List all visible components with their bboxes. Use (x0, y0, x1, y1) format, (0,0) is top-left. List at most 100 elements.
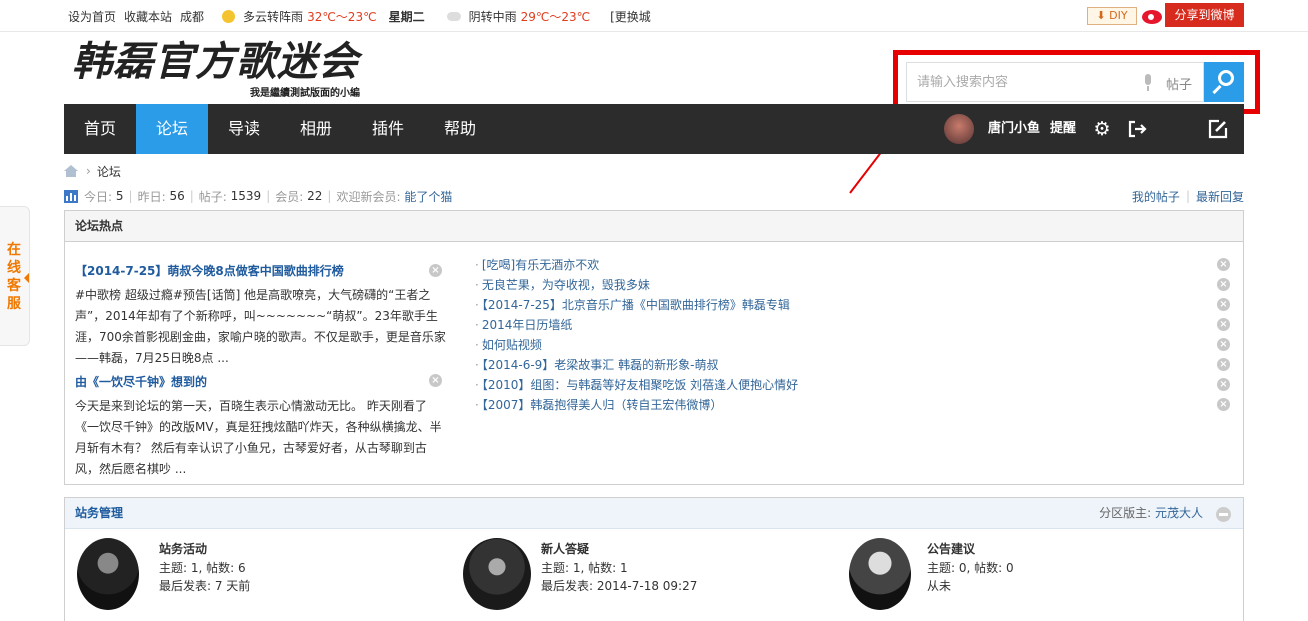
change-city-link[interactable]: [更换城 (610, 8, 651, 25)
forum-avatar[interactable] (849, 538, 911, 610)
hot-article-title[interactable]: 【2014-7-25】萌叔今晚8点做客中国歌曲排行榜 (75, 261, 447, 281)
forum-last-post: 最后发表: 2014-7-18 09:27 (541, 579, 698, 593)
username-link[interactable]: 唐门小鱼 (988, 104, 1040, 154)
moderator-info: 分区版主: 元茂大人 (1099, 498, 1203, 529)
close-icon[interactable]: × (1217, 298, 1230, 311)
hot-list-link[interactable]: 【2010】组图：与韩磊等好友相聚吃饭 刘蓓逢人便抱心情好 (482, 378, 798, 392)
list-item: · 【2007】韩磊抱得美人归（转自王宏伟微博） × (475, 395, 1235, 415)
weather-tomorrow: 阴转中雨 (468, 9, 517, 24)
nav-home[interactable]: 首页 (64, 104, 136, 154)
nav-plugins[interactable]: 插件 (352, 104, 424, 154)
moderator-label: 分区版主: (1099, 506, 1152, 520)
yesterday-label: 昨日: (137, 189, 166, 204)
members-label: 会员: (275, 189, 304, 204)
nav-guide[interactable]: 导读 (208, 104, 280, 154)
online-service-tab[interactable]: 在线客服 (0, 206, 30, 346)
site-logo[interactable]: 韩磊官方歌迷会 我是繼續測試版面的小編 (72, 38, 362, 100)
user-avatar[interactable] (944, 114, 974, 144)
moderator-link[interactable]: 元茂大人 (1155, 506, 1203, 520)
logout-icon[interactable] (1127, 119, 1147, 139)
hot-list-link[interactable]: 如何贴视频 (482, 338, 542, 352)
list-item: · [吃喝]有乐无酒亦不欢 × (475, 255, 1235, 275)
city-label: 成都 (180, 9, 205, 24)
bookmark-link[interactable]: 收藏本站 (124, 8, 172, 25)
nav-album[interactable]: 相册 (280, 104, 352, 154)
welcome-label: 欢迎新会员: (336, 189, 401, 204)
hot-list-link[interactable]: 【2014-7-25】北京音乐广播《中国歌曲排行榜》韩磊专辑 (482, 298, 790, 312)
close-icon[interactable]: × (1217, 258, 1230, 271)
list-item: · 无良芒果，为夺收视，毁我多妹 × (475, 275, 1235, 295)
stats-links: 我的帖子 | 最新回复 (1131, 188, 1244, 205)
close-icon[interactable]: × (1217, 278, 1230, 291)
search-input[interactable] (917, 63, 1137, 101)
forum-item: 公告建议 主题: 0, 帖数: 0 从未 (849, 538, 1189, 618)
hot-article-title[interactable]: 由《一饮尽千钟》想到的 (75, 372, 447, 392)
stats-chart-icon (64, 189, 78, 203)
forum-name[interactable]: 站务活动 (159, 540, 207, 557)
forum-last-post: 从未 (927, 579, 952, 593)
logo-subtitle: 我是繼續測試版面的小編 (250, 88, 360, 99)
search-type-select[interactable]: 帖子 (1166, 74, 1192, 93)
hot-topics-title: 论坛热点 (65, 211, 1243, 242)
post-edit-icon[interactable] (1208, 119, 1228, 139)
search-button[interactable] (1204, 62, 1244, 102)
temp-today: 32℃～23℃ (307, 9, 377, 24)
close-icon[interactable]: × (1217, 318, 1230, 331)
diy-button[interactable]: ⬇ DIY (1087, 7, 1137, 25)
forum-last-post: 最后发表: 7 天前 (159, 579, 251, 593)
list-item: · 【2014-7-25】北京音乐广播《中国歌曲排行榜》韩磊专辑 × (475, 295, 1235, 315)
admin-title[interactable]: 站务管理 (75, 506, 123, 520)
logo-title: 韩磊官方歌迷会 (72, 38, 359, 85)
today-label: 今日: (84, 189, 113, 204)
hot-article-desc: 今天是来到论坛的第一天，百晓生表示心情激动无比。 昨天刚看了《一饮尽千钟》的改版… (75, 399, 442, 476)
admin-section: 站务管理 分区版主: 元茂大人 站务活动 主题: 1, 帖数: 6 最后发表: … (64, 497, 1244, 621)
set-home-link[interactable]: 设为首页 (68, 8, 116, 25)
forum-avatar[interactable] (77, 538, 139, 610)
collapse-icon[interactable] (1216, 507, 1231, 522)
close-icon[interactable]: × (1217, 378, 1230, 391)
close-icon[interactable]: × (1217, 338, 1230, 351)
home-icon[interactable] (64, 165, 78, 177)
close-icon[interactable]: × (429, 264, 442, 277)
microphone-icon[interactable] (1142, 74, 1154, 92)
yesterday-count: 56 (169, 189, 185, 203)
posts-count: 1539 (230, 189, 262, 203)
hot-article: 【2014-7-25】萌叔今晚8点做客中国歌曲排行榜 #中歌榜 超级过瘾#预告[… (75, 261, 447, 369)
close-icon[interactable]: × (1217, 398, 1230, 411)
forum-stats: 今日: 5 | 昨日: 56 | 帖子: 1539 | 会员: 22 | 欢迎新… (64, 187, 452, 205)
breadcrumb-current[interactable]: 论坛 (97, 163, 121, 180)
close-icon[interactable]: × (429, 374, 442, 387)
nav-forum[interactable]: 论坛 (136, 104, 208, 154)
search-icon (1218, 70, 1234, 86)
hot-article: 由《一饮尽千钟》想到的 今天是来到论坛的第一天，百晓生表示心情激动无比。 昨天刚… (75, 372, 447, 480)
weibo-icon[interactable] (1139, 3, 1165, 29)
hot-list-link[interactable]: 2014年日历墙纸 (482, 318, 573, 332)
nav-help[interactable]: 帮助 (424, 104, 496, 154)
sun-icon (222, 9, 236, 23)
hot-list-link[interactable]: [吃喝]有乐无酒亦不欢 (482, 258, 599, 272)
forum-name[interactable]: 新人答疑 (541, 540, 589, 557)
share-weibo-button[interactable]: 分享到微博 (1165, 3, 1244, 27)
list-item: · 【2010】组图：与韩磊等好友相聚吃饭 刘蓓逢人便抱心情好 × (475, 375, 1235, 395)
newest-member-link[interactable]: 能了个猫 (404, 188, 452, 205)
settings-icon[interactable]: ⚙ (1092, 119, 1112, 139)
remind-link[interactable]: 提醒 (1050, 104, 1076, 154)
latest-replies-link[interactable]: 最新回复 (1196, 188, 1244, 205)
list-item: · 2014年日历墙纸 × (475, 315, 1235, 335)
my-posts-link[interactable]: 我的帖子 (1132, 188, 1180, 205)
forum-name[interactable]: 公告建议 (927, 540, 975, 557)
forum-stats-line: 主题: 1, 帖数: 6 (159, 561, 246, 575)
breadcrumb: › 论坛 (64, 162, 121, 180)
online-service-label: 在线客服 (7, 242, 21, 312)
hot-article-desc: #中歌榜 超级过瘾#预告[话筒] 他是高歌嘹亮，大气磅礴的“王者之声”，2014… (75, 288, 446, 365)
hot-list-link[interactable]: 【2007】韩磊抱得美人归（转自王宏伟微博） (482, 398, 723, 412)
posts-label: 帖子: (198, 189, 227, 204)
close-icon[interactable]: × (1217, 358, 1230, 371)
forum-avatar[interactable] (463, 538, 531, 610)
admin-header: 站务管理 分区版主: 元茂大人 (65, 498, 1243, 529)
hot-list-link[interactable]: 无良芒果，为夺收视，毁我多妹 (482, 278, 650, 292)
hot-list-link[interactable]: 【2014-6-9】老梁故事汇 韩磊的新形象-萌叔 (482, 358, 719, 372)
today-count: 5 (115, 189, 124, 203)
forum-stats-line: 主题: 0, 帖数: 0 (927, 561, 1014, 575)
search-box: 帖子 (906, 62, 1204, 102)
